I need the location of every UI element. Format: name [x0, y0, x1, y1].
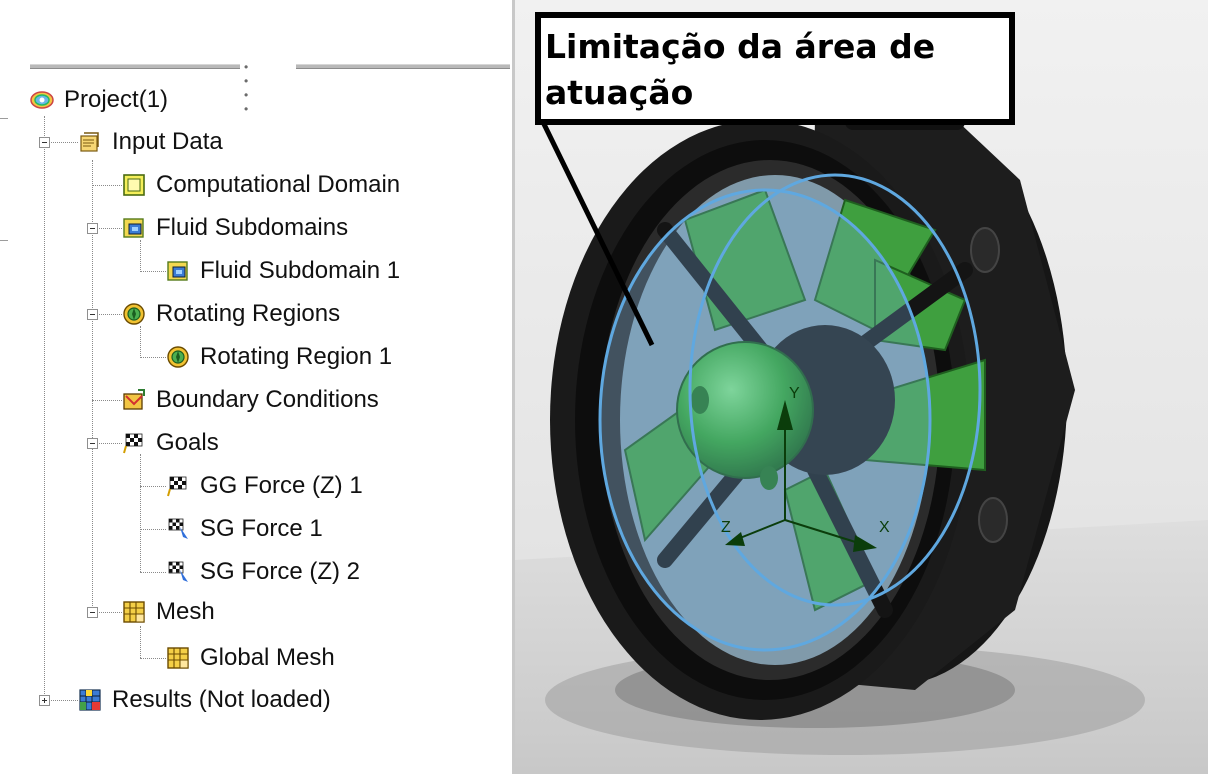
tree-item-fluid-subdomain-1[interactable]: Fluid Subdomain 1 [166, 253, 400, 289]
tree-item-label: SG Force (Z) 2 [200, 558, 361, 585]
global-mesh-icon [167, 647, 189, 669]
fluid-subdomain-icon [167, 261, 188, 281]
tree-item-computational-domain[interactable]: Computational Domain [122, 167, 400, 203]
tree-item-label: Mesh [156, 598, 215, 625]
panel-edge-tick [0, 118, 8, 119]
panel-edge-tick [0, 240, 8, 241]
tree-item-label: Fluid Subdomains [156, 214, 349, 241]
axis-z-label: Z [721, 519, 731, 536]
tree-item-label: Results (Not loaded) [112, 686, 331, 713]
tree-item-input-data[interactable]: Input Data [78, 124, 223, 160]
callout-text: Limitação da área de atuação [545, 27, 936, 112]
tree-item-label: Rotating Regions [156, 300, 341, 327]
tree-item-label: Global Mesh [200, 644, 335, 671]
axis-y-label: Y [789, 385, 800, 402]
tree-item-project[interactable]: Project(1) [30, 82, 168, 118]
surface-goal-icon [168, 518, 188, 539]
tree-item-label: Fluid Subdomain 1 [200, 257, 401, 284]
project-icon [30, 91, 54, 109]
tree-item-fluid-subdomains[interactable]: Fluid Subdomains [122, 210, 348, 246]
input-data-icon [80, 132, 99, 152]
surface-goal-icon [168, 561, 188, 582]
feature-tree-panel: • • • • Project(1) Input Data Computatio… [0, 0, 512, 774]
tree-item-gg-force-z-1[interactable]: GG Force (Z) 1 [166, 468, 363, 504]
tree-item-goals[interactable]: Goals [122, 425, 219, 461]
expand-toggle-input-data[interactable] [39, 137, 50, 148]
tree-item-label: Boundary Conditions [156, 386, 379, 413]
tree-item-label: SG Force 1 [200, 515, 323, 542]
results-icon [79, 689, 101, 711]
expand-toggle-results[interactable] [39, 695, 50, 706]
rotating-region-boundary [598, 188, 932, 652]
tree-item-rotating-region-1[interactable]: Rotating Region 1 [166, 339, 392, 375]
tree-item-label: Computational Domain [156, 171, 401, 198]
expand-toggle-mesh[interactable] [87, 607, 98, 618]
global-goal-icon [167, 476, 187, 497]
expand-toggle-rotating-regions[interactable] [87, 309, 98, 320]
boundary-conditions-icon [123, 389, 145, 410]
tree-item-rotating-regions[interactable]: Rotating Regions [122, 296, 340, 332]
tree-item-label: GG Force (Z) 1 [200, 472, 363, 499]
rotating-region-icon [167, 346, 189, 368]
tree-item-boundary-conditions[interactable]: Boundary Conditions [122, 382, 379, 418]
tree-item-label: Input Data [112, 128, 223, 155]
tree-item-label: Goals [156, 429, 219, 456]
tree-item-sg-force-1[interactable]: SG Force 1 [166, 511, 323, 547]
mesh-icon [123, 601, 145, 623]
tree-item-label: Project(1) [64, 86, 169, 113]
annotation-callout: Limitação da área de atuação [535, 12, 1015, 125]
computational-domain-icon [123, 174, 145, 196]
goals-icon [123, 433, 143, 454]
expand-toggle-fluid-subdomains[interactable] [87, 223, 98, 234]
tree-item-results[interactable]: Results (Not loaded) [78, 682, 331, 718]
tree-item-mesh[interactable]: Mesh [122, 594, 215, 630]
axis-x-label: X [879, 519, 890, 536]
expand-toggle-goals[interactable] [87, 438, 98, 449]
tree-item-label: Rotating Region 1 [200, 343, 393, 370]
rotating-regions-icon [123, 303, 145, 325]
tree-item-global-mesh[interactable]: Global Mesh [166, 640, 335, 676]
tree-item-sg-force-z-2[interactable]: SG Force (Z) 2 [166, 554, 360, 590]
fluid-subdomains-icon [123, 218, 144, 238]
